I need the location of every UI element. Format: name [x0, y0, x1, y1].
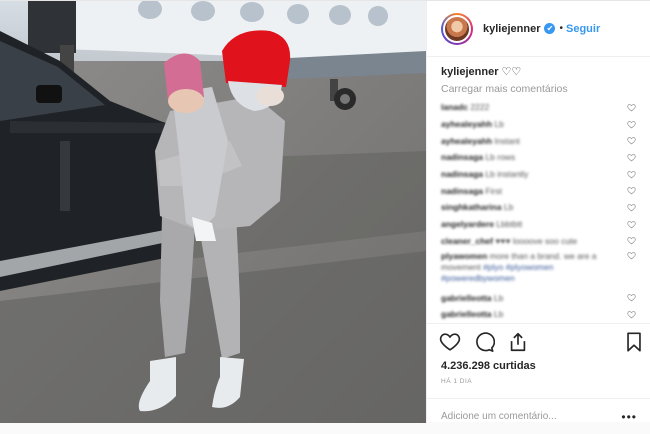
comment-row: plyawomen more than a brand. we are a mo… — [441, 249, 636, 289]
comment-row: gabrielleotta Lb — [441, 289, 636, 306]
post-footer: 4.236.298 curtidas HÁ 1 DIA Adicione um … — [427, 323, 650, 434]
header-separator: • — [559, 23, 563, 34]
follow-button[interactable]: Seguir — [566, 23, 600, 35]
caption-text: ♡♡ — [501, 66, 522, 78]
post-caption: kyliejenner ♡♡ — [427, 57, 650, 81]
comment-text: Lb instantly — [485, 169, 529, 180]
add-comment-field[interactable]: Adicione um comentário... ••• — [427, 398, 650, 434]
comment-text: Lb — [494, 119, 504, 130]
more-options-icon[interactable]: ••• — [621, 410, 637, 424]
comment-like-heart-icon[interactable] — [627, 310, 636, 319]
comment-like-heart-icon[interactable] — [627, 153, 636, 162]
comment-username[interactable]: angelyardere — [441, 219, 494, 229]
comment-row: nadinsaga First — [441, 182, 636, 199]
comment-like-heart-icon[interactable] — [627, 103, 636, 112]
post-sidebar: kyliejenner ✔ • Seguir kyliejenner ♡♡ Ca… — [426, 1, 650, 424]
avatar-image — [443, 14, 471, 43]
comment-row: lanadc 2222 — [441, 99, 636, 116]
bookmark-icon[interactable] — [623, 331, 645, 353]
post-photo[interactable] — [0, 1, 426, 423]
comment-like-heart-icon[interactable] — [627, 120, 636, 129]
comment-row: ayhealeyahh Lb — [441, 116, 636, 133]
comment-username[interactable]: ayhealeyahh — [441, 119, 492, 129]
comment-username[interactable]: lanadc — [441, 102, 468, 112]
comment-row: gabrielleotta Lb — [441, 306, 636, 323]
comment-username[interactable]: nadinsaga — [441, 169, 483, 179]
header-username[interactable]: kyliejenner — [483, 23, 540, 35]
comment-username[interactable]: ayhealeyahh — [441, 136, 492, 146]
comment-like-heart-icon[interactable] — [627, 203, 636, 212]
comment-text: Lb rows — [485, 152, 516, 163]
comment-username[interactable]: gabrielleotta — [441, 293, 492, 303]
post-header: kyliejenner ✔ • Seguir — [427, 1, 650, 57]
comment-text: Lbbtbtt — [496, 219, 523, 230]
comment-row: nadinsaga Lb instantly — [441, 166, 636, 183]
comment-like-heart-icon[interactable] — [627, 220, 636, 229]
comment-username[interactable]: nadinsaga — [441, 152, 483, 162]
post-timestamp[interactable]: HÁ 1 DIA — [427, 376, 650, 398]
comment-row: angelyardere Lbbtbtt — [441, 216, 636, 233]
comment-like-heart-icon[interactable] — [627, 170, 636, 179]
likes-count[interactable]: 4.236.298 curtidas — [427, 360, 650, 376]
comment-text: 2222 — [470, 102, 490, 113]
comment-text: Lb — [493, 292, 504, 303]
comment-like-heart-icon[interactable] — [627, 293, 636, 302]
action-bar — [427, 324, 650, 360]
comment-row: ayhealeyahh Instant — [441, 132, 636, 149]
comment-row: nadinsaga Lb rows — [441, 149, 636, 166]
comment-like-heart-icon[interactable] — [627, 136, 636, 145]
comment-text: Instant — [494, 135, 520, 146]
comment-icon[interactable] — [473, 331, 495, 353]
photo-illustration — [0, 1, 426, 423]
comment-like-heart-icon[interactable] — [627, 236, 636, 245]
load-more-comments-link[interactable]: Carregar mais comentários — [427, 81, 650, 99]
comment-text: ♥♥♥ loooove soo cute — [495, 235, 578, 246]
caption-username[interactable]: kyliejenner — [441, 66, 498, 78]
comment-text: First — [485, 185, 502, 196]
comment-like-heart-icon[interactable] — [627, 251, 636, 260]
instagram-post: kyliejenner ✔ • Seguir kyliejenner ♡♡ Ca… — [0, 0, 650, 424]
comment-text: Lb — [493, 309, 504, 320]
comments-list: lanadc 2222 ayhealeyahh Lb ayhealeyahh I… — [427, 99, 650, 323]
comment-username[interactable]: cleaner_chef — [441, 236, 493, 246]
share-icon[interactable] — [507, 331, 529, 353]
add-comment-placeholder[interactable]: Adicione um comentário... — [441, 411, 557, 422]
comment-username[interactable]: plyawomen — [441, 251, 487, 261]
comment-like-heart-icon[interactable] — [627, 186, 636, 195]
heart-icon[interactable] — [439, 331, 461, 353]
avatar[interactable] — [441, 12, 473, 45]
verified-badge-icon: ✔ — [544, 23, 556, 34]
comment-row: singhkatharina Lb — [441, 199, 636, 216]
comment-text: Lb — [503, 202, 514, 213]
comment-username[interactable]: nadinsaga — [441, 186, 483, 196]
comment-username[interactable]: gabrielleotta — [441, 309, 492, 319]
comment-username[interactable]: singhkatharina — [441, 202, 501, 212]
comment-row: cleaner_chef ♥♥♥ loooove soo cute — [441, 233, 636, 250]
